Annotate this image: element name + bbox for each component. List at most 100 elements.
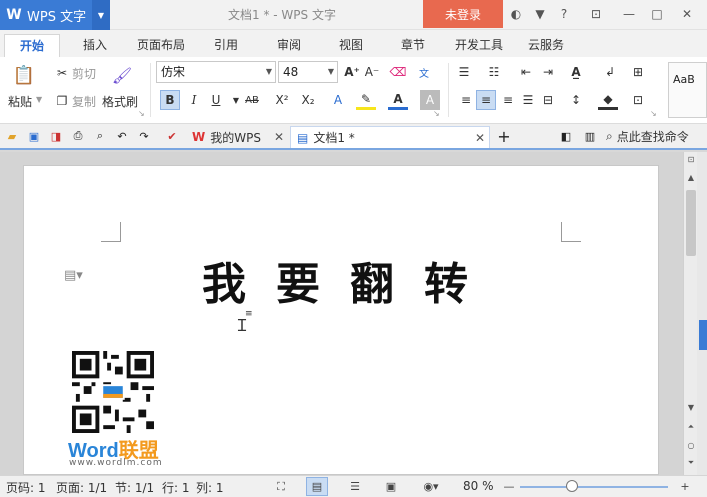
tab-chapter[interactable]: 章节 (389, 34, 437, 57)
strikethrough-button[interactable]: AB (242, 90, 262, 110)
tab-list-icon[interactable]: ◧ (558, 128, 574, 144)
zoom-out-icon[interactable]: — (498, 477, 520, 496)
copy-button[interactable]: 复制 (72, 93, 96, 110)
grow-font-icon[interactable]: A⁺ (342, 62, 362, 82)
open-folder-icon[interactable]: ▰ (4, 128, 20, 144)
tab-view[interactable]: 视图 (327, 34, 375, 57)
save-icon[interactable]: ▣ (26, 128, 42, 144)
close-icon[interactable]: ✕ (678, 5, 696, 23)
undo-icon[interactable]: ↶ (114, 128, 130, 144)
distributed-align-icon[interactable]: ⊟ (538, 90, 558, 110)
tab-developer[interactable]: 开发工具 (447, 34, 511, 57)
page-view-icon[interactable]: ▤ (306, 477, 328, 496)
style-gallery-item[interactable]: AaB (668, 62, 707, 118)
numbered-list-icon[interactable]: ☷ (484, 62, 504, 82)
align-right-icon[interactable]: ≡ (498, 90, 518, 110)
clipboard-group-launcher-icon[interactable]: ↘ (138, 109, 145, 118)
shrink-font-icon[interactable]: A⁻ (362, 62, 382, 82)
tab-references[interactable]: 引用 (202, 34, 250, 57)
new-tab-icon[interactable]: + (496, 127, 512, 146)
line-spacing-icon[interactable]: ↕ (566, 90, 586, 110)
tab-document-1[interactable]: ▤ 文档1 * ✕ (290, 126, 490, 148)
print-preview-icon[interactable]: ⌕ (92, 128, 108, 144)
format-painter-icon[interactable]: 🖌 (110, 63, 134, 87)
vertical-scrollbar[interactable]: ⊡ ▲ ▼ ⏶ ○ ⏷ (683, 152, 697, 475)
zoom-in-icon[interactable]: + (674, 477, 696, 496)
scissors-icon[interactable]: ✂ (52, 63, 72, 83)
scrollbar-thumb[interactable] (686, 190, 696, 256)
window-split-icon[interactable]: ▥ (582, 128, 598, 144)
font-size-select[interactable]: 48 ▼ (278, 61, 338, 83)
paste-icon[interactable]: 📋 (12, 63, 36, 87)
skin-icon[interactable]: ◐ (507, 5, 525, 23)
app-menu-button[interactable]: W WPS 文字 ▼ (0, 0, 110, 30)
tab-insert[interactable]: 插入 (70, 34, 120, 57)
tab-my-wps[interactable]: W 我的WPS ✕ (186, 126, 288, 148)
format-painter-button[interactable]: 格式刷 (102, 93, 138, 110)
app-menu-dropdown-icon[interactable]: ▼ (92, 0, 110, 30)
redo-icon[interactable]: ↷ (136, 128, 152, 144)
paragraph-mark-icon[interactable]: ↲ (600, 62, 620, 82)
align-left-icon[interactable]: ≡ (456, 90, 476, 110)
shirt-icon[interactable]: ▼ (531, 5, 549, 23)
font-color-icon[interactable]: A (388, 90, 408, 110)
close-tab-icon[interactable]: ✕ (274, 130, 284, 144)
font-family-select[interactable]: 仿宋 ▼ (156, 61, 276, 83)
browse-object-icon[interactable]: ○ (684, 438, 698, 452)
print-icon[interactable]: ⎙ (70, 128, 86, 144)
scroll-up-icon[interactable]: ▲ (684, 170, 698, 184)
tab-page-layout[interactable]: 页面布局 (130, 34, 192, 57)
text-effect-icon[interactable]: A (328, 90, 348, 110)
cut-button[interactable]: 剪切 (72, 65, 96, 82)
subscript-button[interactable]: X₂ (298, 90, 318, 110)
close-tab-icon[interactable]: ✕ (475, 131, 485, 145)
side-panel-toggle[interactable] (699, 320, 707, 350)
customize-toolbar-icon[interactable]: ✔ (164, 128, 180, 144)
document-page[interactable]: ▤▾ 我要翻转 Ｉ ≡ Word联盟 www.wordlm.com (23, 165, 659, 475)
character-shading-icon[interactable]: A (420, 90, 440, 110)
phonetic-guide-icon[interactable]: 文 (414, 62, 434, 82)
minimize-icon[interactable]: — (620, 5, 638, 23)
paragraph-options-icon[interactable]: ▤▾ (64, 268, 83, 283)
help-icon[interactable]: ? (555, 5, 573, 23)
align-center-icon[interactable]: ≡ (476, 90, 496, 110)
zoom-slider-handle[interactable] (566, 480, 578, 492)
italic-button[interactable]: I (184, 90, 204, 110)
tab-cloud[interactable]: 云服务 (520, 34, 572, 57)
bold-button[interactable]: B (160, 90, 180, 110)
superscript-button[interactable]: X² (272, 90, 292, 110)
increase-indent-icon[interactable]: ⇥ (538, 62, 558, 82)
paragraph-shading-icon[interactable]: ◆ (598, 90, 618, 110)
underline-button[interactable]: U (206, 90, 226, 110)
tab-home[interactable]: 开始 (4, 34, 60, 57)
command-search[interactable]: ⌕ 点此查找命令 (606, 128, 689, 145)
paste-dropdown-icon[interactable]: ▼ (36, 95, 42, 104)
bullet-list-icon[interactable]: ☰ (454, 62, 474, 82)
borders-icon[interactable]: ⊡ (628, 90, 648, 110)
clear-format-icon[interactable]: ⌫ (388, 62, 408, 82)
document-heading[interactable]: 我要翻转 (202, 248, 498, 312)
justify-icon[interactable]: ☰ (518, 90, 538, 110)
previous-page-icon[interactable]: ⏶ (684, 420, 698, 434)
paragraph-group-launcher-icon[interactable]: ↘ (650, 109, 657, 118)
next-page-icon[interactable]: ⏷ (684, 456, 698, 470)
maximize-icon[interactable]: □ (648, 5, 666, 23)
restore-window-icon[interactable]: ⊡ (587, 5, 605, 23)
paste-button[interactable]: 粘贴 (8, 93, 32, 110)
zoom-slider-track[interactable] (520, 486, 668, 488)
tab-review[interactable]: 审阅 (265, 34, 313, 57)
eye-protection-icon[interactable]: ◉▾ (420, 477, 442, 496)
scroll-down-icon[interactable]: ▼ (684, 400, 698, 414)
highlight-icon[interactable]: ✎ (356, 90, 376, 110)
font-group-launcher-icon[interactable]: ↘ (433, 109, 440, 118)
login-button[interactable]: 未登录 (423, 0, 503, 28)
text-direction-icon[interactable]: A̲ (566, 62, 586, 82)
table-icon[interactable]: ⊞ (628, 62, 648, 82)
export-pdf-icon[interactable]: ◨ (48, 128, 64, 144)
web-view-icon[interactable]: ▣ (380, 477, 402, 496)
page-settings-icon[interactable]: ⊡ (684, 152, 698, 166)
full-screen-view-icon[interactable]: ⛶ (270, 477, 292, 496)
outline-view-icon[interactable]: ☰ (344, 477, 366, 496)
copy-icon[interactable]: ❐ (52, 91, 72, 111)
decrease-indent-icon[interactable]: ⇤ (516, 62, 536, 82)
